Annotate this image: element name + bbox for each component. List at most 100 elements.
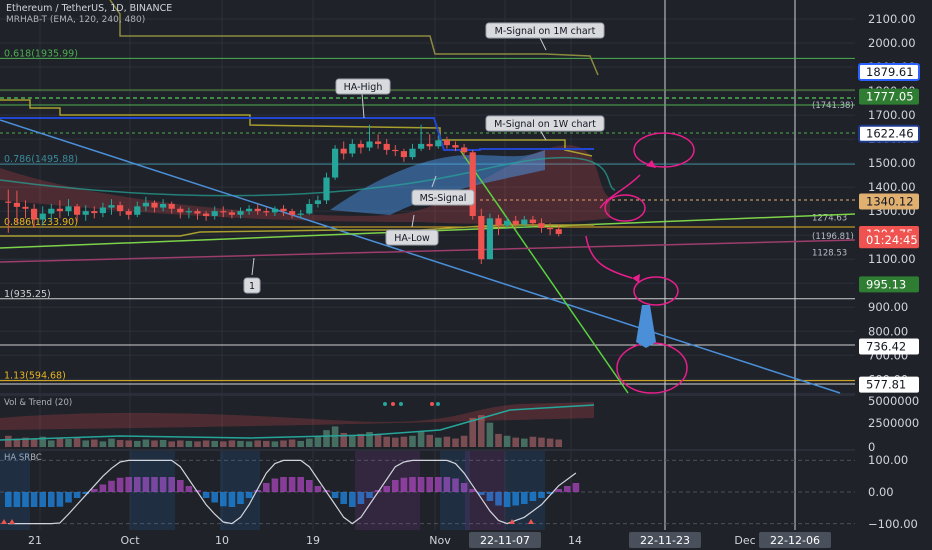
price-axis-band: [855, 0, 932, 550]
volume-bar: [280, 440, 287, 447]
volume-bar: [323, 430, 330, 447]
candle-body: [332, 148, 339, 178]
volume-bar: [142, 439, 150, 447]
osc-histogram-bar: [572, 483, 580, 492]
volume-bar: [168, 441, 175, 447]
candle-body: [160, 203, 167, 208]
price-tick-label: 800.00: [868, 324, 908, 338]
volume-bar: [125, 440, 132, 447]
price-tick-label: 1500.00: [868, 156, 916, 170]
price-tick-label: 2000.00: [868, 36, 916, 50]
candle-body: [177, 208, 184, 213]
candle-body: [211, 211, 218, 216]
candle-body: [435, 140, 442, 147]
candle-body: [117, 205, 124, 212]
chart-svg[interactable]: 2100.002000.001900.001800.001700.001600.…: [0, 0, 932, 550]
osc-histogram-bar: [30, 492, 38, 507]
price-badge-label: 1777.05: [866, 90, 914, 104]
volume-bar: [555, 439, 562, 447]
volume-bar: [202, 440, 210, 447]
candle-body: [280, 208, 287, 212]
candle-body: [254, 208, 261, 212]
volume-dot-marker: [383, 402, 387, 406]
volume-bar: [435, 437, 442, 447]
volume-bar: [546, 438, 554, 447]
osc-histogram-bar: [280, 477, 287, 492]
volume-bar: [374, 434, 382, 447]
price-tick-label: 1400.00: [868, 180, 916, 194]
candle-body: [228, 212, 235, 215]
candle-body: [56, 208, 63, 212]
volume-tick-label: 2500000: [868, 416, 919, 430]
volume-bar: [254, 440, 261, 447]
time-tick-label: 22-11-23: [640, 534, 690, 547]
osc-histogram-bar: [211, 492, 218, 503]
candle-body: [65, 206, 72, 212]
candle-body: [538, 223, 545, 228]
price-badge-label: 736.42: [866, 340, 906, 354]
time-tick-label: Nov: [429, 534, 451, 547]
osc-histogram-bar: [426, 477, 433, 492]
candle-body: [142, 202, 149, 207]
osc-histogram-bar: [555, 489, 562, 492]
volume-bar: [529, 436, 537, 447]
osc-histogram-bar: [73, 492, 81, 498]
volume-bar: [383, 436, 390, 447]
pane-separator: [0, 449, 855, 451]
candle-body: [486, 218, 493, 260]
candle-body: [22, 206, 29, 209]
candle-body: [74, 206, 81, 215]
level-value-label: 1128.53: [812, 248, 847, 258]
volume-bar: [245, 441, 253, 447]
volume-bar: [151, 440, 158, 447]
osc-histogram-bar: [271, 478, 279, 492]
candle-body: [306, 203, 313, 214]
osc-zone-purple: [465, 451, 505, 530]
candle-body: [13, 202, 20, 207]
candle-body: [194, 211, 201, 214]
time-tick-label: 22-12-06: [770, 534, 820, 547]
candle-body: [452, 145, 459, 148]
price-badge-label: 995.13: [866, 277, 906, 291]
osc-zone-blue: [130, 451, 175, 530]
volume-bar: [211, 440, 218, 447]
candle-body: [547, 227, 554, 230]
osc-tick-label: 0.00: [868, 485, 894, 499]
candle-body: [323, 177, 330, 201]
candle-body: [478, 215, 485, 260]
time-tick-label: 10: [215, 534, 229, 547]
osc-histogram-bar: [177, 480, 184, 492]
candle-body: [91, 211, 98, 214]
callout-label: MS-Signal: [420, 193, 467, 204]
osc-histogram-bar: [306, 480, 313, 492]
pane-separator: [0, 393, 855, 396]
volume-bar: [73, 438, 81, 447]
osc-tick-label: 100.00: [868, 453, 908, 467]
candle-body: [426, 143, 433, 147]
candle-body: [31, 208, 38, 220]
volume-bar: [314, 436, 322, 447]
volume-dot-marker: [391, 402, 395, 406]
price-badge-label: 1622.46: [866, 127, 914, 141]
volume-bar: [288, 439, 296, 447]
price-tick-label: 1700.00: [868, 108, 916, 122]
candle-body: [220, 211, 227, 213]
volume-bar: [82, 440, 89, 447]
time-tick-label: 14: [568, 534, 582, 547]
volume-bar: [331, 426, 339, 447]
osc-tick-label: −100.00: [868, 517, 918, 531]
candle-body: [48, 208, 55, 214]
volume-bar: [521, 438, 528, 447]
osc-zone-purple: [355, 451, 420, 530]
osc-histogram-bar: [116, 477, 124, 492]
candle-body: [125, 211, 132, 215]
osc-zone-blue: [0, 451, 30, 530]
volume-dot-marker: [436, 402, 440, 406]
candle-body: [39, 213, 46, 220]
candle-body: [400, 151, 407, 158]
volume-bar: [495, 433, 502, 447]
volume-bar: [503, 435, 511, 447]
candle-body: [443, 140, 450, 146]
candle-body: [461, 147, 468, 153]
volume-bar: [263, 440, 270, 447]
